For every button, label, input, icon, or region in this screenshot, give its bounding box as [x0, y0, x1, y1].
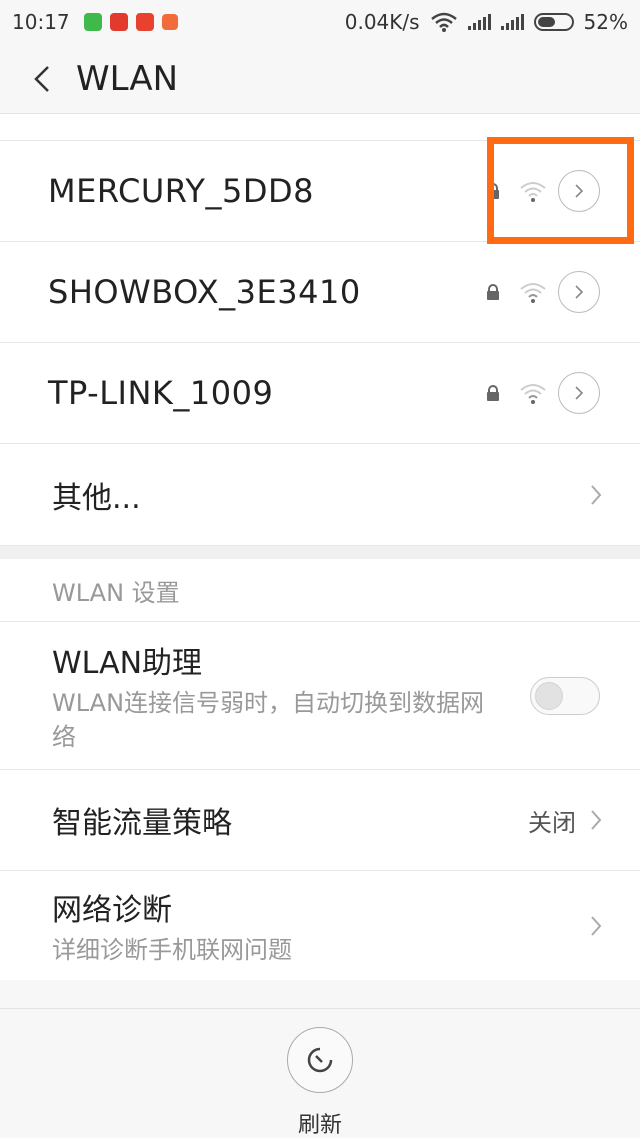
net-speed: 0.04K/s: [344, 10, 420, 34]
wlan-assistant-row[interactable]: WLAN助理 WLAN连接信号弱时，自动切换到数据网络: [0, 621, 640, 769]
app-notification-icon: [109, 13, 128, 31]
other-networks-label: 其他...: [52, 480, 141, 516]
network-diagnosis-desc: 详细诊断手机联网问题: [52, 935, 292, 964]
network-diagnosis-row[interactable]: 网络诊断 详细诊断手机联网问题: [0, 870, 640, 980]
network-ssid: MERCURY_5DD8: [48, 172, 314, 210]
chevron-right-icon: [575, 285, 584, 299]
network-row[interactable]: SHOWBOX_3E3410: [0, 241, 640, 342]
toggle-knob: [535, 681, 563, 710]
wifi-status-icon: [430, 12, 457, 32]
refresh-label: 刷新: [297, 1113, 342, 1138]
network-diagnosis-title: 网络诊断: [52, 892, 172, 928]
status-time: 10:17: [12, 10, 70, 34]
bottom-bar: 刷新: [0, 1008, 640, 1138]
wechat-icon: [83, 13, 102, 31]
network-ssid: SHOWBOX_3E3410: [48, 273, 361, 311]
refresh-button[interactable]: [287, 1027, 353, 1093]
chevron-right-icon: [591, 915, 602, 936]
smart-traffic-row[interactable]: 智能流量策略 关闭: [0, 769, 640, 870]
title-bar: WLAN: [0, 44, 640, 114]
network-ssid: TP-LINK_1009: [48, 374, 274, 412]
lock-icon: [487, 385, 499, 401]
signal-icon: [500, 14, 524, 30]
wlan-assistant-title: WLAN助理: [52, 645, 203, 681]
wlan-assistant-toggle[interactable]: [530, 676, 600, 715]
lock-icon: [487, 284, 499, 300]
wifi-signal-icon: [520, 283, 546, 303]
chevron-right-icon: [575, 386, 584, 400]
taobao-icon: [161, 14, 178, 30]
battery-icon: [533, 13, 574, 31]
refresh-icon: [307, 1047, 333, 1073]
status-bar: 10:17 0.04K/s 52%: [0, 0, 640, 44]
back-arrow-icon: [34, 65, 49, 92]
network-details-button[interactable]: [558, 271, 600, 313]
wifi-signal-icon: [520, 384, 546, 404]
back-button[interactable]: [22, 59, 62, 99]
smart-traffic-value: 关闭: [528, 808, 576, 837]
chevron-right-icon: [591, 810, 602, 830]
highlight-box: [487, 137, 634, 244]
battery-percent: 52%: [583, 10, 628, 34]
page-title: WLAN: [76, 58, 179, 99]
signal-icon: [467, 14, 491, 30]
app-notification-icon: [135, 13, 154, 31]
network-row[interactable]: TP-LINK_1009: [0, 342, 640, 443]
wlan-assistant-desc: WLAN连接信号弱时，自动切换到数据网络: [52, 688, 485, 751]
section-divider: [0, 545, 640, 559]
smart-traffic-title: 智能流量策略: [52, 806, 232, 841]
chevron-right-icon: [591, 484, 602, 505]
network-details-button[interactable]: [558, 372, 600, 414]
settings-section-header: WLAN 设置: [0, 559, 640, 621]
other-networks-row[interactable]: 其他...: [0, 443, 640, 545]
